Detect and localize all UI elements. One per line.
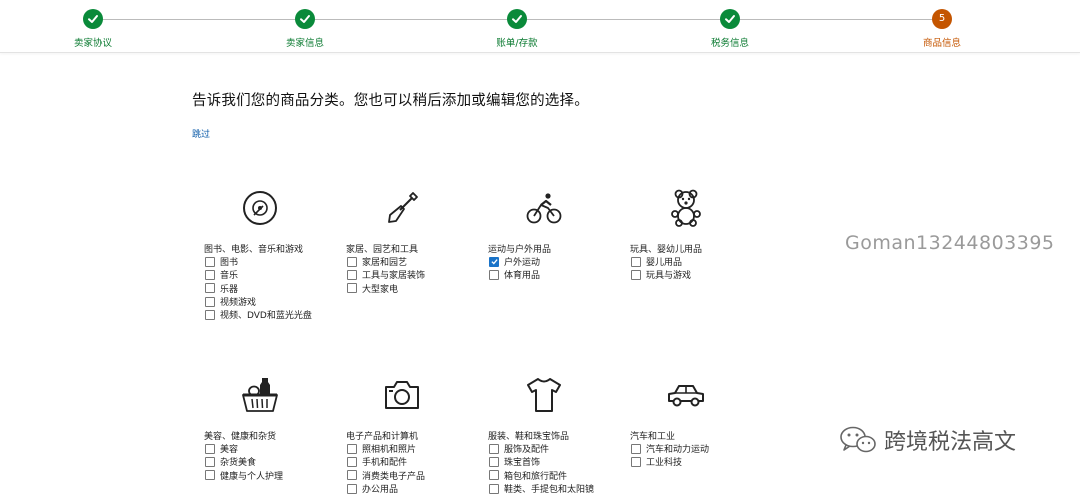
step-label: 卖家协议 (73, 38, 112, 49)
option-toys-games[interactable]: 玩具与游戏 (630, 268, 770, 281)
checkbox[interactable] (205, 269, 215, 280)
checkbox[interactable] (489, 470, 499, 481)
category-sports-outdoors: 运动与户外用品 户外运动 体育用品 (488, 188, 628, 282)
step-seller-agreement[interactable]: 卖家协议 (33, 9, 153, 49)
camera-icon (385, 381, 419, 409)
page-title: 告诉我们您的商品分类。您也可以稍后添加或编辑您的选择。 (192, 93, 589, 109)
category-title: 服装、鞋和珠宝饰品 (488, 432, 570, 442)
option-phones[interactable]: 手机和配件 (346, 455, 486, 468)
teddy-bear-icon (671, 189, 701, 227)
watermark-text: Goman13244803395 (845, 232, 1055, 254)
grocery-basket-icon (242, 378, 278, 412)
option-consumer-electronics[interactable]: 消费类电子产品 (346, 469, 486, 482)
category-title: 美容、健康和杂货 (204, 432, 277, 442)
checkbox[interactable] (205, 309, 215, 320)
checkbox[interactable] (205, 296, 215, 307)
checkbox[interactable] (489, 269, 499, 280)
check-icon (507, 9, 527, 29)
checkbox[interactable] (489, 483, 499, 494)
step-seller-info[interactable]: 卖家信息 (245, 9, 365, 49)
option-health[interactable]: 健康与个人护理 (204, 469, 344, 482)
option-video-games[interactable]: 视频游戏 (204, 295, 344, 308)
step-tax-info[interactable]: 税务信息 (670, 9, 790, 49)
cyclist-icon (526, 193, 562, 224)
brand-text: 跨境税法高文 (884, 430, 1017, 455)
category-title: 图书、电影、音乐和游戏 (204, 245, 304, 255)
category-title: 电子产品和计算机 (346, 432, 419, 442)
category-books-media: 图书、电影、音乐和游戏 图书 音乐 乐器 视频游戏 视频、DVD和蓝光光盘 (204, 188, 344, 321)
option-shoes-bags[interactable]: 鞋类、手提包和太阳镜 (488, 482, 628, 495)
checkbox[interactable] (631, 456, 641, 467)
step-label: 卖家信息 (285, 38, 324, 49)
checkbox[interactable] (347, 283, 357, 294)
category-beauty-health-grocery: 美容、健康和杂货 美容 杂货美食 健康与个人护理 (204, 375, 344, 482)
option-video-dvd[interactable]: 视频、DVD和蓝光光盘 (204, 308, 344, 321)
category-title: 运动与户外用品 (488, 245, 552, 255)
option-clothing[interactable]: 服饰及配件 (488, 442, 628, 455)
checkbox[interactable] (489, 456, 499, 467)
checkbox[interactable] (205, 470, 215, 481)
option-automotive[interactable]: 汽车和动力运动 (630, 442, 770, 455)
step-label: 商品信息 (922, 38, 961, 49)
step-product-info[interactable]: 5 商品信息 (882, 9, 1002, 49)
option-tools-decor[interactable]: 工具与家居装饰 (346, 268, 486, 281)
option-industrial[interactable]: 工业科技 (630, 455, 770, 468)
check-icon (295, 9, 315, 29)
option-cameras[interactable]: 照相机和照片 (346, 442, 486, 455)
step-label: 账单/存款 (496, 38, 538, 49)
checkbox[interactable] (347, 470, 357, 481)
wechat-icon (840, 426, 876, 453)
check-icon (83, 9, 103, 29)
checkbox[interactable] (205, 256, 215, 267)
checkbox[interactable] (631, 256, 641, 267)
checkbox[interactable] (347, 456, 357, 467)
step-label: 税务信息 (710, 38, 749, 49)
category-title: 汽车和工业 (630, 432, 676, 442)
option-office[interactable]: 办公用品 (346, 482, 486, 495)
checkbox[interactable] (347, 256, 357, 267)
tshirt-icon (527, 378, 561, 412)
step-billing-deposit[interactable]: 账单/存款 (457, 9, 577, 49)
checkbox[interactable] (631, 269, 641, 280)
category-apparel: 服装、鞋和珠宝饰品 服饰及配件 珠宝首饰 箱包和旅行配件 鞋类、手提包和太阳镜 (488, 375, 628, 495)
checkbox[interactable] (347, 483, 357, 494)
step-number-badge: 5 (932, 9, 952, 29)
category-home-garden: 家居、园艺和工具 家居和园艺 工具与家居装饰 大型家电 (346, 188, 486, 295)
option-jewelry[interactable]: 珠宝首饰 (488, 455, 628, 468)
option-luggage[interactable]: 箱包和旅行配件 (488, 469, 628, 482)
car-icon (668, 385, 704, 407)
option-baby[interactable]: 婴儿用品 (630, 255, 770, 268)
category-electronics: 电子产品和计算机 照相机和照片 手机和配件 消费类电子产品 办公用品 (346, 375, 486, 495)
progress-stepper: 卖家协议 卖家信息 账单/存款 税务信息 5 商品信息 (0, 0, 1080, 53)
option-beauty[interactable]: 美容 (204, 442, 344, 455)
checkbox[interactable] (205, 283, 215, 294)
checkbox[interactable] (205, 456, 215, 467)
checkbox[interactable] (631, 443, 641, 454)
shovel-icon (388, 192, 418, 223)
checkbox[interactable] (205, 443, 215, 454)
brand-logo: 跨境税法高文 (838, 424, 1016, 456)
skip-link[interactable]: 跳过 (192, 127, 210, 140)
checkbox[interactable] (347, 269, 357, 280)
category-toys-baby: 玩具、婴幼儿用品 婴儿用品 玩具与游戏 (630, 188, 770, 282)
option-sporting-goods[interactable]: 体育用品 (488, 268, 628, 281)
option-instruments[interactable]: 乐器 (204, 282, 344, 295)
check-icon (720, 9, 740, 29)
option-large-appliances[interactable]: 大型家电 (346, 282, 486, 295)
category-title: 玩具、婴幼儿用品 (630, 245, 703, 255)
option-outdoor-sports[interactable]: 户外运动 (488, 255, 628, 268)
option-books[interactable]: 图书 (204, 255, 344, 268)
category-automotive: 汽车和工业 汽车和动力运动 工业科技 (630, 375, 770, 469)
disc-icon (243, 191, 277, 225)
option-music[interactable]: 音乐 (204, 268, 344, 281)
option-grocery[interactable]: 杂货美食 (204, 455, 344, 468)
category-title: 家居、园艺和工具 (346, 245, 419, 255)
checkbox[interactable] (347, 443, 357, 454)
checkbox[interactable] (489, 443, 499, 454)
checkbox-checked[interactable] (489, 256, 499, 267)
option-home-garden[interactable]: 家居和园艺 (346, 255, 486, 268)
